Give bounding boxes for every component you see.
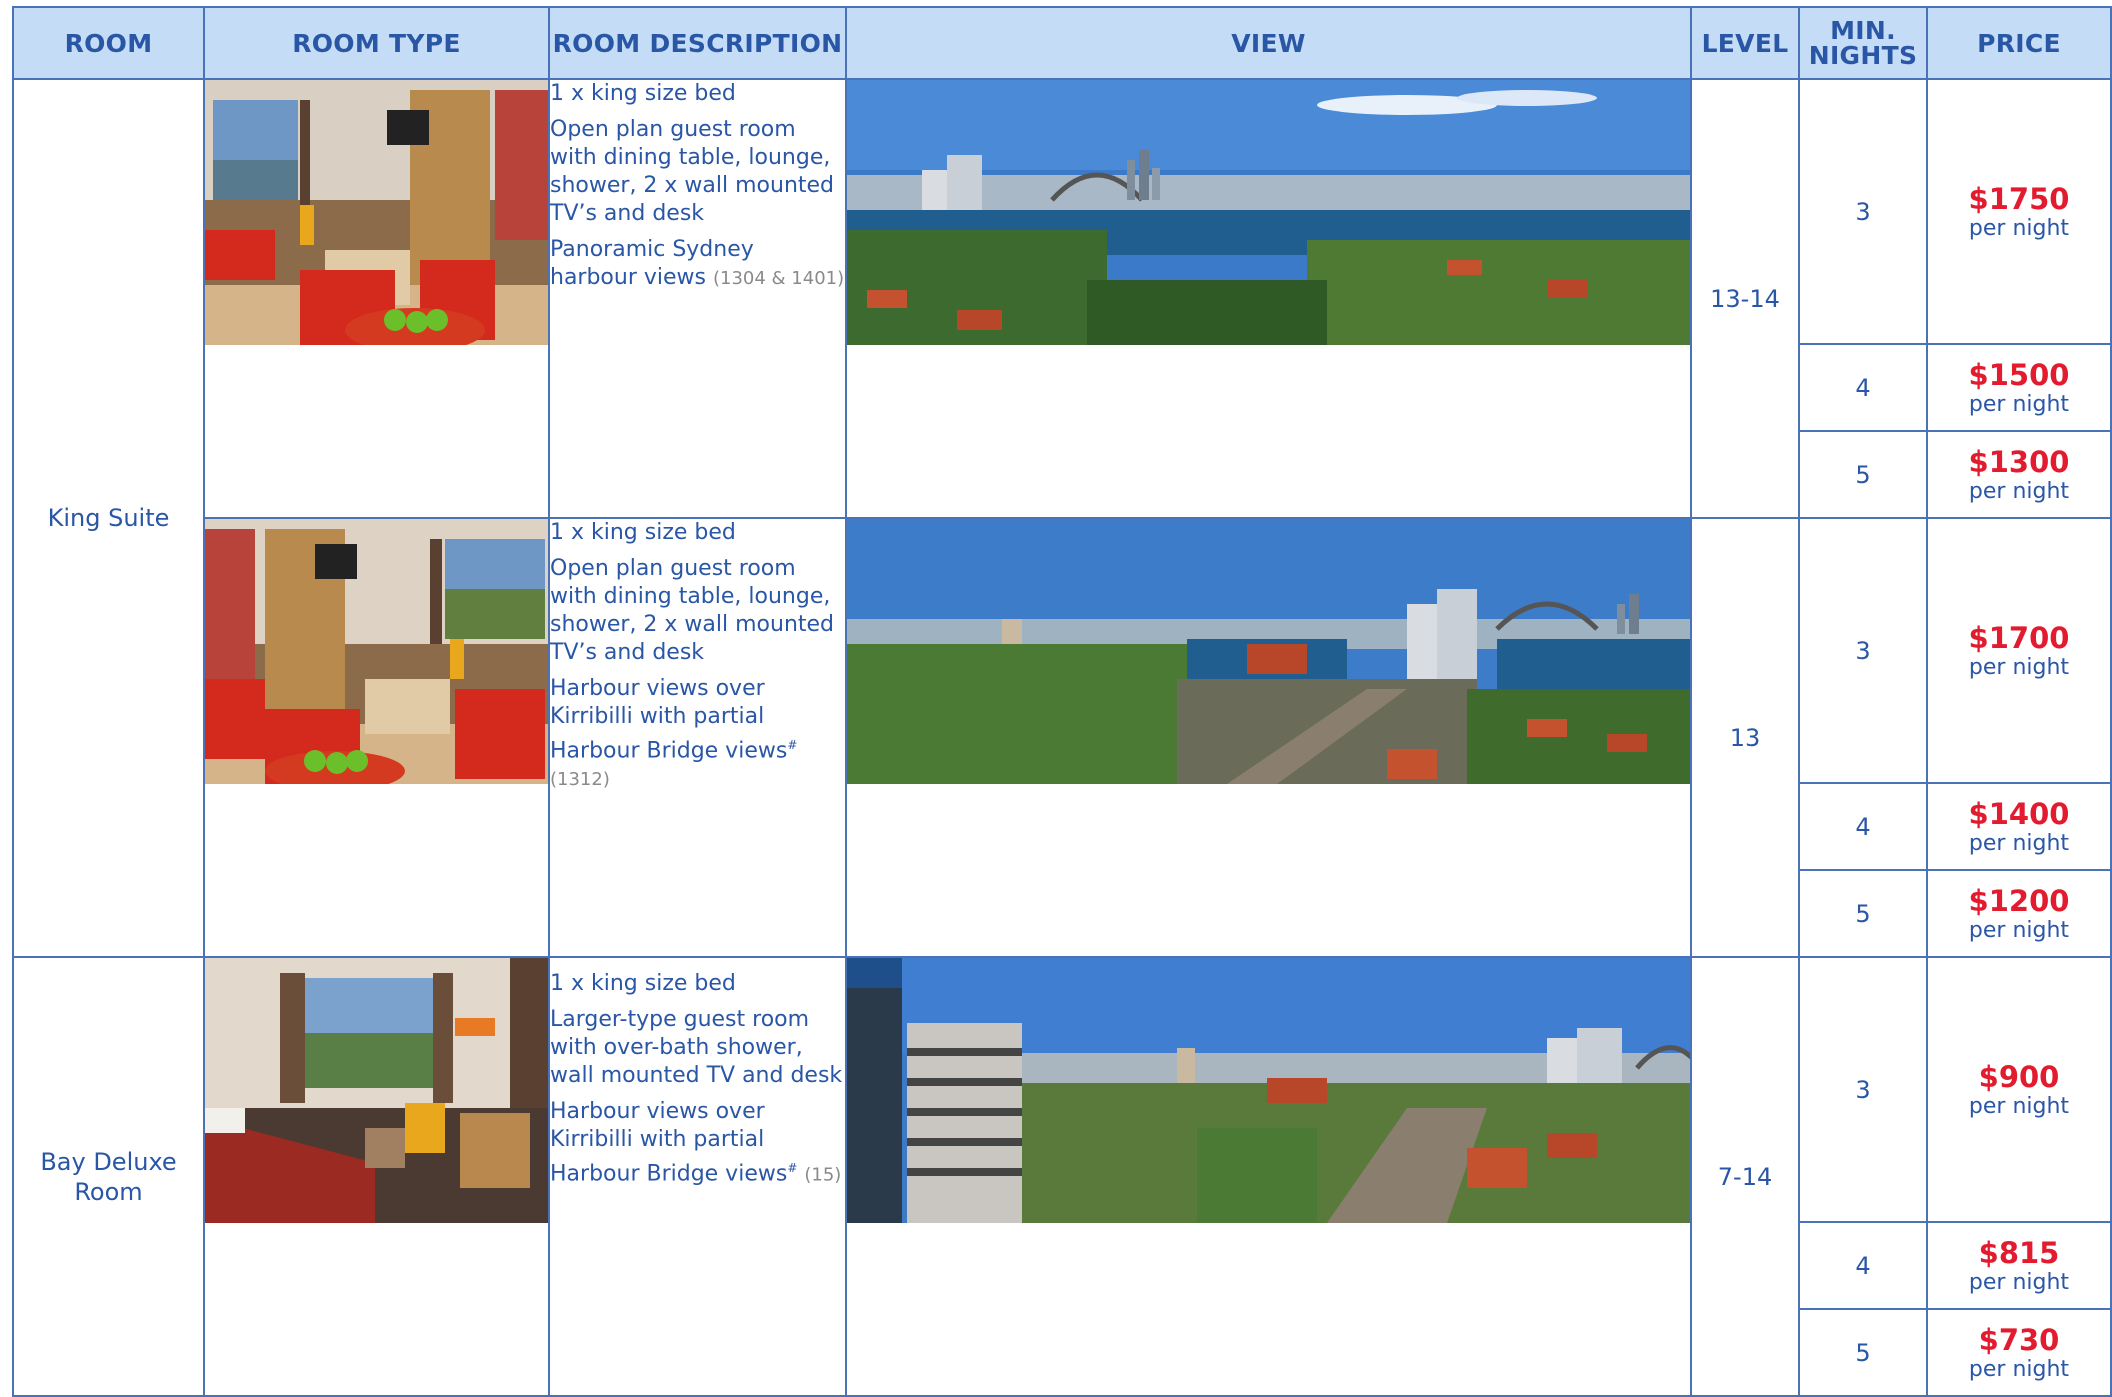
view-info: Harbour views over Kirribilli with parti… <box>550 1098 845 1189</box>
price-amount: $1700 <box>1968 620 2070 655</box>
price-amount: $730 <box>1978 1322 2060 1357</box>
room-description-bay-deluxe: 1 x king size bed Larger-type guest room… <box>548 956 847 1397</box>
header-room-description: ROOM DESCRIPTION <box>548 6 847 80</box>
view-photo-king-suite-2 <box>845 517 1692 958</box>
bed-info: 1 x king size bed <box>550 520 736 545</box>
room-numbers-note: (1304 & 1401) <box>713 268 845 289</box>
bed-info: 1 x king size bed <box>550 971 736 996</box>
room-features: Open plan guest room with dining table, … <box>550 556 835 665</box>
price-unit: per night <box>1968 391 2070 417</box>
room-rates-table: ROOM ROOM TYPE ROOM DESCRIPTION VIEW LEV… <box>12 6 2112 1397</box>
view-info: Harbour views over Kirribilli with parti… <box>550 675 845 794</box>
price-cell: $815 per night <box>1926 1221 2112 1310</box>
price-cell: $1750 per night <box>1926 78 2112 345</box>
price-cell: $1400 per night <box>1926 782 2112 871</box>
price-unit: per night <box>1968 1093 2070 1119</box>
price-amount: $1300 <box>1968 444 2070 479</box>
room-features: Open plan guest room with dining table, … <box>550 117 835 226</box>
price-cell: $1200 per night <box>1926 869 2112 958</box>
min-nights: 4 <box>1798 1221 1928 1310</box>
header-room-type: ROOM TYPE <box>203 6 550 80</box>
price-unit: per night <box>1968 215 2070 241</box>
price-amount: $1400 <box>1968 796 2070 831</box>
price-unit: per night <box>1968 478 2070 504</box>
min-nights: 5 <box>1798 430 1928 519</box>
price-cell: $730 per night <box>1926 1308 2112 1397</box>
room-photo-king-suite-1 <box>203 78 550 519</box>
price-amount: $900 <box>1978 1059 2060 1094</box>
footnote-mark: # <box>787 738 798 752</box>
price-unit: per night <box>1968 917 2070 943</box>
price-amount: $1500 <box>1968 357 2070 392</box>
level-king-suite-1: 13-14 <box>1690 78 1800 519</box>
price-cell: $1700 per night <box>1926 517 2112 784</box>
room-photo-king-suite-2 <box>203 517 550 958</box>
view-text: Harbour views over Kirribilli with parti… <box>550 676 788 764</box>
view-text: Harbour views over Kirribilli with parti… <box>550 1099 788 1187</box>
min-nights: 5 <box>1798 869 1928 958</box>
table-row: Bay Deluxe Room 1 x king size bed Larger… <box>12 956 2112 1397</box>
price-amount: $815 <box>1978 1235 2060 1270</box>
footnote-mark: # <box>787 1161 798 1175</box>
header-view: VIEW <box>845 6 1692 80</box>
min-nights: 4 <box>1798 343 1928 432</box>
header-level: LEVEL <box>1690 6 1800 80</box>
bed-info: 1 x king size bed <box>550 81 736 106</box>
header-room: ROOM <box>12 6 205 80</box>
table-row: King Suite 1 x king size bed Open plan g… <box>12 78 2112 958</box>
room-description-king-suite-2: 1 x king size bed Open plan guest room w… <box>548 517 847 958</box>
min-nights: 3 <box>1798 517 1928 784</box>
price-cell: $1500 per night <box>1926 343 2112 432</box>
min-nights: 5 <box>1798 1308 1928 1397</box>
room-numbers-note: (15) <box>804 1164 842 1186</box>
view-photo-king-suite-1 <box>845 78 1692 519</box>
min-nights: 4 <box>1798 782 1928 871</box>
room-numbers-note: (1312) <box>550 769 610 791</box>
price-unit: per night <box>1968 1356 2070 1382</box>
price-amount: $1200 <box>1968 883 2070 918</box>
price-unit: per night <box>1968 654 2070 680</box>
view-photo-bay-deluxe <box>845 956 1692 1397</box>
price-cell: $1300 per night <box>1926 430 2112 519</box>
header-min-nights: MIN. NIGHTS <box>1798 6 1928 80</box>
price-unit: per night <box>1968 1269 2070 1295</box>
header-price: PRICE <box>1926 6 2112 80</box>
room-name-king-suite: King Suite <box>12 78 205 958</box>
room-name-bay-deluxe: Bay Deluxe Room <box>12 956 205 1397</box>
room-photo-bay-deluxe <box>203 956 550 1397</box>
room-features: Larger-type guest room with over-bath sh… <box>550 1007 843 1088</box>
price-amount: $1750 <box>1968 181 2070 216</box>
price-unit: per night <box>1968 830 2070 856</box>
level-king-suite-2: 13 <box>1690 517 1800 958</box>
min-nights: 3 <box>1798 956 1928 1223</box>
level-bay-deluxe: 7-14 <box>1690 956 1800 1397</box>
header-min-nights-line2: NIGHTS <box>1808 41 1918 70</box>
min-nights: 3 <box>1798 78 1928 345</box>
price-cell: $900 per night <box>1926 956 2112 1223</box>
table-row: 1 x king size bed Open plan guest room w… <box>13 517 2112 958</box>
room-description-king-suite-1: 1 x king size bed Open plan guest room w… <box>548 78 847 519</box>
view-info: Panoramic Sydney harbour views (1304 & 1… <box>550 236 845 293</box>
table-header-row: ROOM ROOM TYPE ROOM DESCRIPTION VIEW LEV… <box>12 6 2112 80</box>
